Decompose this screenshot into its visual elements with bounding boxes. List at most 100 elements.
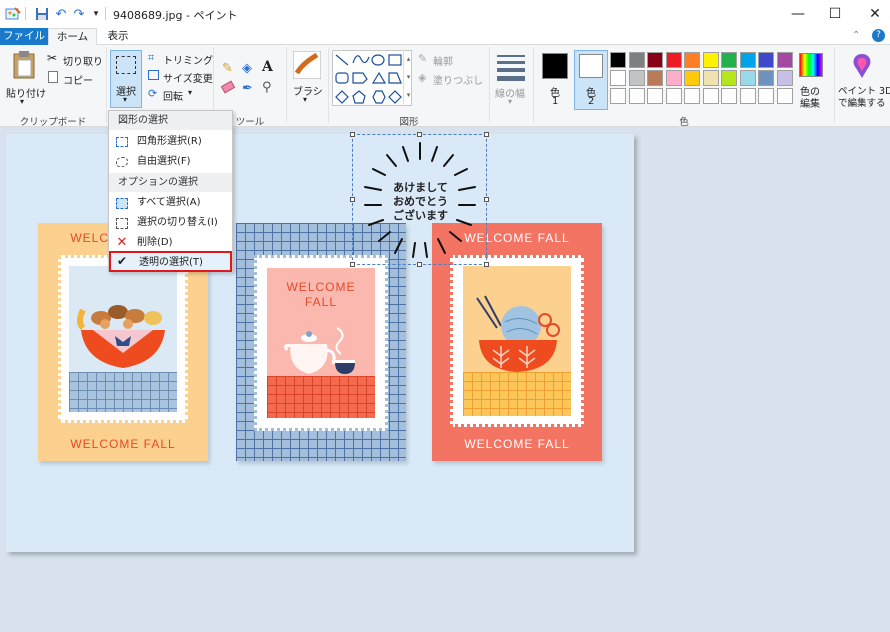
shapes-scroll[interactable]: ▴ ▾ ▾ xyxy=(403,50,413,106)
paste-button[interactable]: 貼り付け ▾ xyxy=(6,51,46,107)
palette-swatch[interactable] xyxy=(628,52,645,68)
palette-swatch[interactable] xyxy=(610,88,626,104)
palette-swatch[interactable] xyxy=(776,52,793,68)
collapse-ribbon-icon[interactable]: ⌃ xyxy=(852,30,860,41)
eraser-icon[interactable] xyxy=(220,80,236,94)
palette-swatch[interactable] xyxy=(684,70,700,86)
select-all-icon xyxy=(115,196,129,210)
palette-swatch[interactable] xyxy=(721,70,737,86)
color1-button[interactable]: 色 1 xyxy=(538,50,572,110)
palette-swatch[interactable] xyxy=(702,88,719,104)
menu-item-free-select[interactable]: 自由選択(F) xyxy=(109,152,232,172)
menu-item-rect-select[interactable]: 四角形選択(R) xyxy=(109,132,232,152)
edit-colors-button[interactable]: 色の 編集 xyxy=(796,51,826,110)
palette-swatch[interactable] xyxy=(739,88,756,104)
palette-swatch[interactable] xyxy=(610,52,626,68)
palette-swatch[interactable] xyxy=(702,52,719,68)
paint-3d-label-2: で編集する xyxy=(838,98,886,109)
rotate-label: 回転 xyxy=(163,92,183,103)
select-button[interactable]: 選択 ▾ xyxy=(110,50,142,108)
shapes-gallery[interactable] xyxy=(332,50,412,106)
tab-file[interactable]: ファイル xyxy=(0,28,48,45)
undo-icon[interactable]: ↶ xyxy=(53,6,69,22)
palette-swatch[interactable] xyxy=(684,88,700,104)
outline-label: 輪郭 xyxy=(433,57,453,68)
copy-icon xyxy=(48,71,58,83)
customize-quick-access-icon[interactable]: ▾ xyxy=(88,6,104,22)
palette-swatch[interactable] xyxy=(758,88,774,104)
palette-swatch[interactable] xyxy=(647,70,663,86)
palette-swatch[interactable] xyxy=(610,70,626,86)
image-canvas[interactable]: WELCOME FALL WELCOME FALL xyxy=(6,132,634,552)
delete-x-icon: ✕ xyxy=(116,235,128,250)
palette-swatch[interactable] xyxy=(665,52,682,68)
menu-item-label: 透明の選択(T) xyxy=(139,257,203,268)
palette-swatch[interactable] xyxy=(647,88,663,104)
palette-swatch[interactable] xyxy=(684,52,700,68)
redo-icon[interactable]: ↷ xyxy=(71,6,87,22)
paint-app-icon[interactable] xyxy=(5,6,21,22)
free-select-icon xyxy=(115,155,129,169)
checkmark-icon: ✔ xyxy=(116,253,128,268)
resize-handle[interactable] xyxy=(417,132,422,137)
resize-icon xyxy=(148,70,159,80)
palette-swatch[interactable] xyxy=(739,70,756,86)
chevron-down-icon: ▾ xyxy=(508,97,513,106)
tablecloth-pattern xyxy=(267,376,375,418)
palette-swatch[interactable] xyxy=(721,52,737,68)
palette-swatch[interactable] xyxy=(702,70,719,86)
menu-item-delete[interactable]: ✕ 削除(D) xyxy=(109,233,232,253)
help-icon[interactable]: ? xyxy=(872,29,885,42)
line-width-button[interactable]: 線の幅 ▾ xyxy=(495,53,527,107)
color2-button[interactable]: 色 2 xyxy=(574,50,608,110)
resize-handle[interactable] xyxy=(417,262,422,267)
resize-handle[interactable] xyxy=(484,197,489,202)
clipboard-group-label: クリップボード xyxy=(19,117,87,128)
fill-bucket-icon[interactable]: ◈ xyxy=(242,61,252,76)
menu-item-invert-selection[interactable]: 選択の切り替え(I) xyxy=(109,213,232,233)
brush-label: ブラシ xyxy=(293,87,323,98)
menu-item-select-all[interactable]: すべて選択(A) xyxy=(109,193,232,213)
colors-group-label: 色 xyxy=(679,117,689,128)
color2-swatch xyxy=(579,54,603,78)
resize-handle[interactable] xyxy=(350,197,355,202)
fill-icon: ◈ xyxy=(418,71,427,84)
palette-swatch[interactable] xyxy=(647,52,663,68)
tab-view[interactable]: 表示 xyxy=(98,28,138,45)
tab-home[interactable]: ホーム xyxy=(48,28,97,46)
palette-swatch[interactable] xyxy=(665,70,682,86)
chevron-down-icon: ▾ xyxy=(303,95,308,104)
stamp-inner-3 xyxy=(463,266,571,416)
group-separator xyxy=(533,47,534,123)
magnifier-icon[interactable]: ⚲ xyxy=(262,80,272,95)
palette-swatch[interactable] xyxy=(665,88,682,104)
paste-label: 貼り付け xyxy=(6,89,46,100)
save-icon[interactable] xyxy=(34,6,50,22)
color-picker-icon[interactable]: ✒ xyxy=(242,81,253,96)
palette-swatch[interactable] xyxy=(758,70,774,86)
greeting-line-1: あけまして xyxy=(393,181,448,194)
palette-swatch[interactable] xyxy=(758,52,774,68)
menu-item-transparent-selection[interactable]: ✔ 透明の選択(T) xyxy=(109,251,232,272)
rotate-icon: ⟳ xyxy=(148,87,158,100)
teapot-illustration xyxy=(284,327,355,374)
pencil-icon[interactable]: ✎ xyxy=(222,61,233,76)
palette-swatch[interactable] xyxy=(776,88,793,104)
palette-swatch[interactable] xyxy=(776,70,793,86)
resize-handle[interactable] xyxy=(484,262,489,267)
close-button[interactable]: ✕ xyxy=(852,0,890,28)
resize-handle[interactable] xyxy=(484,132,489,137)
brush-button[interactable]: ブラシ ▾ xyxy=(289,51,325,107)
crop-label: トリミング xyxy=(163,56,213,67)
text-tool-icon[interactable]: A xyxy=(262,59,273,75)
palette-swatch[interactable] xyxy=(721,88,737,104)
cut-label: 切り取り xyxy=(63,57,103,68)
palette-swatch[interactable] xyxy=(739,52,756,68)
resize-handle[interactable] xyxy=(350,262,355,267)
palette-swatch[interactable] xyxy=(628,70,645,86)
paint-3d-button[interactable]: ペイント 3D で編集する xyxy=(838,51,890,111)
palette-swatch[interactable] xyxy=(628,88,645,104)
resize-handle[interactable] xyxy=(350,132,355,137)
chevron-down-icon: ▾ xyxy=(188,88,193,97)
pasted-selection[interactable]: あけまして おめでとう ございます xyxy=(350,132,489,267)
